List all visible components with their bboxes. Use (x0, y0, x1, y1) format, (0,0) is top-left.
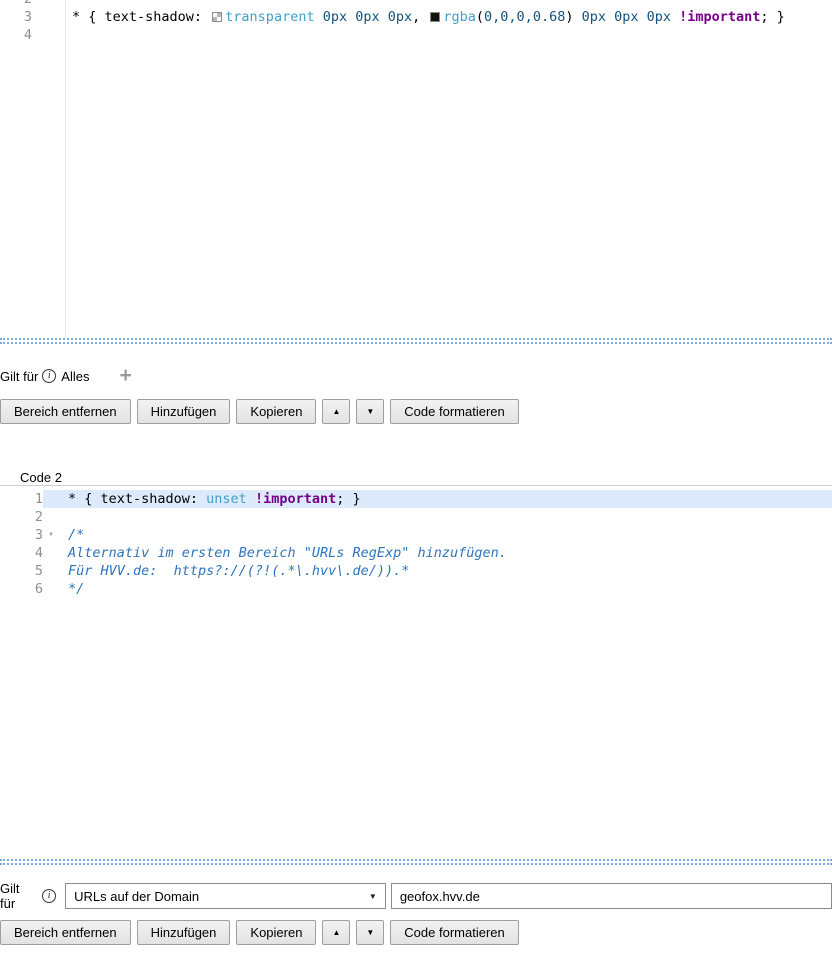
clone-section-button[interactable]: Kopieren (236, 920, 316, 945)
remove-section-button[interactable]: Bereich entfernen (0, 920, 131, 945)
code-editor-1[interactable]: 2 3* { text-shadow: transparent 0px 0px … (0, 0, 832, 338)
clone-section-button[interactable]: Kopieren (236, 399, 316, 424)
code-line: 6 */ (0, 580, 832, 598)
code-token: ; } (336, 491, 360, 507)
move-down-button[interactable]: ▼ (356, 920, 384, 945)
add-section-button[interactable]: Hinzufügen (137, 399, 231, 424)
code-token: 0px 0px 0px (315, 9, 413, 25)
code-line-text: /* (68, 526, 84, 544)
code-token: , (412, 9, 428, 25)
format-code-button[interactable]: Code formatieren (390, 920, 518, 945)
code-token: transparent (225, 9, 314, 25)
code-token: * { text-shadow: (68, 491, 206, 507)
info-icon: i (42, 889, 56, 903)
applies-to-value-input[interactable] (391, 883, 832, 909)
applies-to-type-select[interactable]: URLs auf der Domain ▼ (65, 883, 386, 909)
section-resize-handle[interactable] (0, 338, 832, 344)
active-line: * { text-shadow: unset !important; } (43, 490, 832, 508)
code-line: 4 (0, 26, 832, 44)
color-swatch-black[interactable] (430, 12, 440, 22)
info-icon: i (42, 369, 56, 383)
remove-section-button[interactable]: Bereich entfernen (0, 399, 131, 424)
chevron-down-icon: ▼ (369, 892, 377, 901)
move-down-button[interactable]: ▼ (356, 399, 384, 424)
section-toolbar: Bereich entfernen Hinzufügen Kopieren ▲ … (0, 399, 832, 424)
applies-to-row: Gilt für i URLs auf der Domain ▼ (0, 883, 832, 909)
code-line-text: */ (68, 580, 84, 598)
fold-marker-icon[interactable]: ▾ (43, 526, 68, 544)
line-number: 5 (0, 562, 43, 580)
code-token: * { text-shadow: (72, 9, 210, 25)
section-toolbar: Bereich entfernen Hinzufügen Kopieren ▲ … (0, 920, 832, 945)
line-number: 4 (0, 544, 43, 562)
section-title: Code 2 (20, 470, 832, 485)
line-number: 4 (0, 26, 32, 44)
code-token: rgba (443, 9, 476, 25)
code-token: unset (206, 491, 247, 507)
applies-to-value: Alles (61, 369, 89, 384)
code-line-text: Alternativ im ersten Bereich "URLs RegEx… (68, 544, 507, 562)
code-line: 5 Für HVV.de: https?://(?!(.*\.hvv\.de/))… (0, 562, 832, 580)
code-token: Für HVV.de: https?://(?!(.*\.hvv\.de/)).… (68, 563, 409, 579)
code-token: Alternativ im ersten Bereich "URLs RegEx… (68, 545, 507, 561)
code-token: */ (68, 581, 84, 597)
line-number: 6 (0, 580, 43, 598)
code-line: 1 * { text-shadow: unset !important; } (0, 490, 832, 508)
line-number: 3 (0, 526, 43, 544)
code-editor-2[interactable]: 1* { text-shadow: unset !important; } 2 … (0, 485, 832, 859)
line-number: 2 (0, 508, 43, 526)
code-line: 3* { text-shadow: transparent 0px 0px 0p… (0, 8, 832, 26)
code-line: 2 (0, 0, 832, 8)
gutter-separator (65, 0, 66, 338)
code-token: /* (68, 527, 84, 543)
code-line-text: * { text-shadow: unset !important; } (68, 490, 361, 508)
applies-to-label: Gilt für (0, 369, 38, 384)
line-number: 3 (0, 8, 32, 26)
code-line: 2 (0, 508, 832, 526)
code-line: 3▾/* (0, 526, 832, 544)
applies-to-label: Gilt für (0, 881, 38, 911)
code-line-text: * { text-shadow: transparent 0px 0px 0px… (32, 8, 785, 26)
applies-to-row: Gilt für i Alles + (0, 364, 832, 388)
line-number: 2 (0, 0, 32, 8)
code-token: !important (679, 9, 760, 25)
selected-option-label: URLs auf der Domain (74, 889, 199, 904)
line-number: 1 (0, 490, 43, 508)
add-applies-to-button[interactable]: + (119, 366, 131, 386)
move-up-button[interactable]: ▲ (322, 399, 350, 424)
move-up-button[interactable]: ▲ (322, 920, 350, 945)
add-section-button[interactable]: Hinzufügen (137, 920, 231, 945)
code-token: ; } (760, 9, 784, 25)
color-swatch-transparent[interactable] (212, 12, 222, 22)
code-token: 0,0,0,0.68 (484, 9, 565, 25)
code-token: ( (476, 9, 484, 25)
code-line: 4 Alternativ im ersten Bereich "URLs RegE… (0, 544, 832, 562)
code-token (247, 491, 255, 507)
section-resize-handle[interactable] (0, 859, 832, 865)
format-code-button[interactable]: Code formatieren (390, 399, 518, 424)
code-token: !important (255, 491, 336, 507)
code-line-text: Für HVV.de: https?://(?!(.*\.hvv\.de/)).… (68, 562, 409, 580)
code-token: 0px 0px 0px (573, 9, 679, 25)
